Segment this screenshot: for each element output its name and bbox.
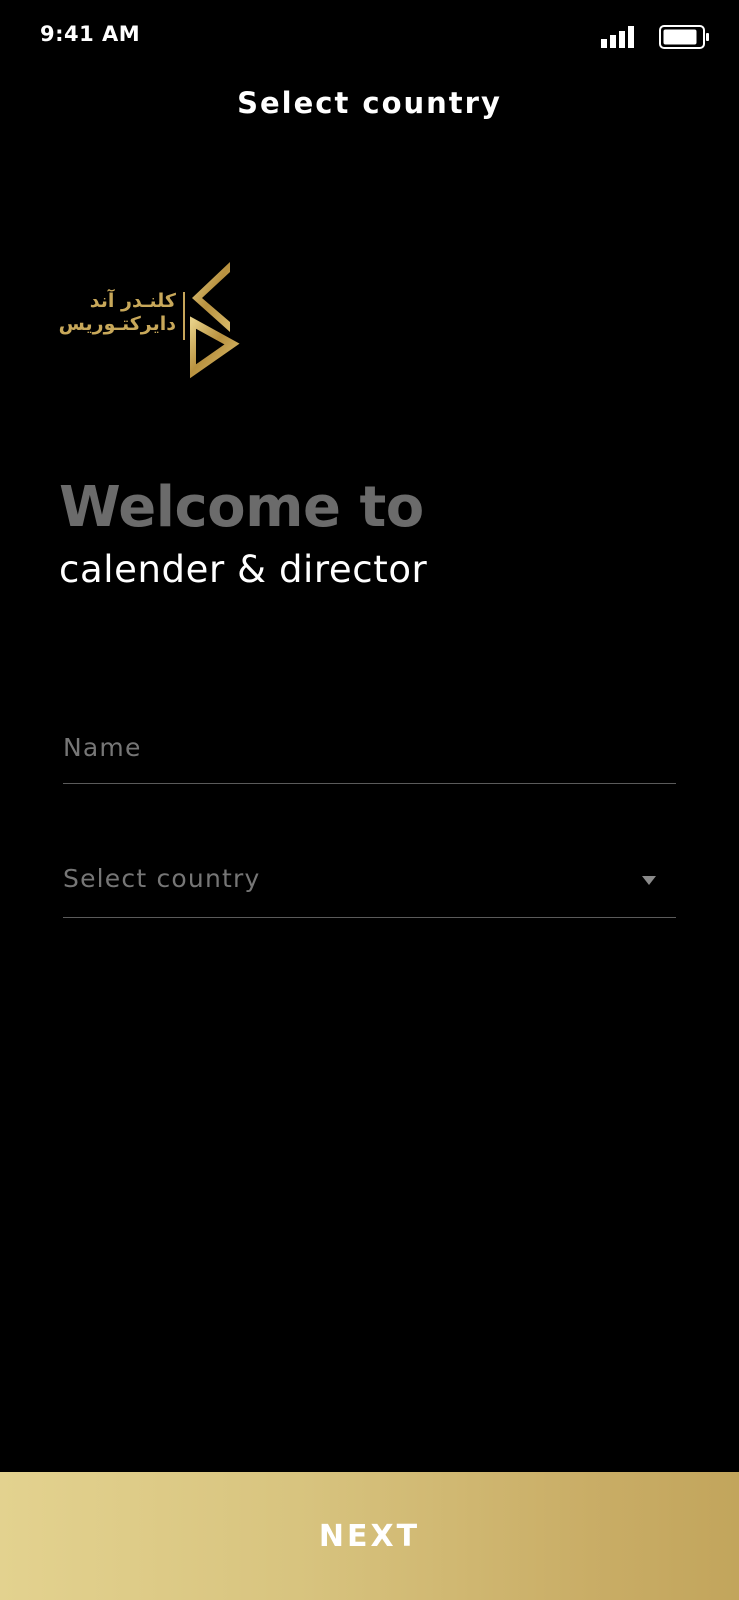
battery-icon: [659, 25, 709, 49]
country-select-placeholder: Select country: [63, 864, 261, 893]
brand-logo: كلنـدر آند دايركتـوريس: [59, 262, 242, 380]
signal-icon: [601, 26, 634, 48]
logo-wordmark-line1: كلنـدر آند: [89, 290, 176, 312]
country-select[interactable]: Select country: [63, 858, 676, 918]
status-bar: 9:41 AM: [0, 0, 739, 70]
welcome-title: Welcome to: [59, 475, 424, 540]
logo-wordmark: كلنـدر آند دايركتـوريس: [59, 290, 176, 336]
logo-wordmark-line2: دايركتـوريس: [58, 313, 176, 335]
screen: 9:41 AM Select country كلنـدر آند دايركت…: [0, 0, 739, 1600]
chevron-down-icon[interactable]: [642, 876, 656, 885]
name-input[interactable]: [63, 725, 676, 783]
logo-divider: [183, 292, 185, 340]
next-button[interactable]: NEXT: [0, 1472, 739, 1600]
name-field: [63, 725, 676, 784]
welcome-subtitle: calender & director: [59, 548, 428, 591]
page-title: Select country: [237, 86, 502, 120]
status-time: 9:41 AM: [40, 22, 141, 46]
logo-mark-icon: [190, 262, 240, 379]
next-button-label: NEXT: [318, 1518, 421, 1554]
